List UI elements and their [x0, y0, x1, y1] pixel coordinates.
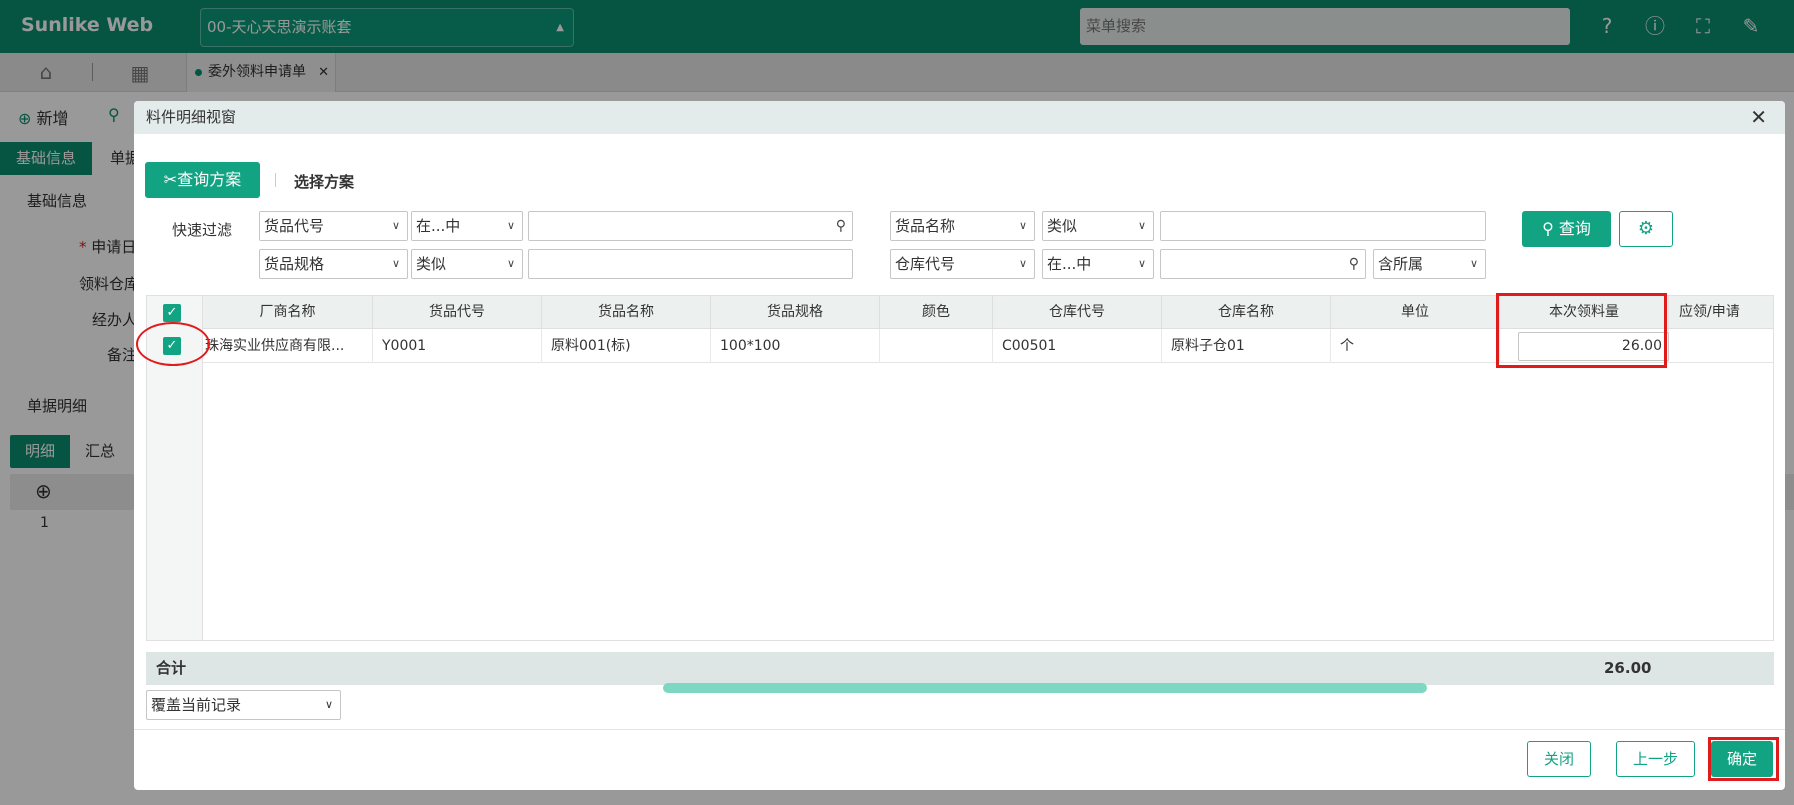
chevron-down-icon: ∨ [506, 219, 515, 232]
select-scheme-link[interactable]: 选择方案 [294, 171, 354, 192]
check-icon: ✓ [166, 305, 178, 320]
chevron-down-icon: ∨ [324, 698, 333, 711]
highlight-box [1496, 293, 1667, 368]
close-icon[interactable]: ✕ [1750, 101, 1767, 134]
col-item-spec[interactable]: 货品规格 [711, 296, 880, 329]
cell-warehouse-name: 原料子仓01 [1162, 329, 1331, 363]
filter2-value-input[interactable] [1160, 211, 1486, 241]
search-icon: ⚲ [1542, 219, 1554, 238]
filter1-value-input[interactable]: ⚲ [528, 211, 853, 241]
filter4-op-select[interactable]: 在...中 ∨ [1042, 249, 1154, 279]
total-qty: 26.00 [1604, 659, 1652, 677]
filter2-field-select[interactable]: 货品名称 ∨ [890, 211, 1035, 241]
col-color[interactable]: 颜色 [880, 296, 993, 329]
search-icon[interactable]: ⚲ [1349, 250, 1359, 278]
col-warehouse-name[interactable]: 仓库名称 [1162, 296, 1331, 329]
gear-icon: ⚙ [1637, 218, 1655, 239]
settings-button[interactable]: ⚙ [1619, 211, 1673, 247]
filter3-field-select[interactable]: 货品规格 ∨ [259, 249, 408, 279]
cover-mode-select[interactable]: 覆盖当前记录 ∨ [146, 690, 341, 720]
filter4-value-input[interactable]: ⚲ [1160, 249, 1366, 279]
filter3-op-select[interactable]: 类似 ∨ [411, 249, 523, 279]
dialog-title: 料件明细视窗 [146, 108, 237, 126]
col-unit[interactable]: 单位 [1331, 296, 1500, 329]
divider [134, 729, 1785, 730]
cell-item-code: Y0001 [373, 329, 542, 363]
chevron-down-icon: ∨ [391, 257, 400, 270]
chevron-down-icon: ∨ [1018, 257, 1027, 270]
chevron-down-icon: ∨ [1137, 257, 1146, 270]
chevron-down-icon: ∨ [391, 219, 400, 232]
cell-item-spec: 100*100 [711, 329, 880, 363]
chevron-down-icon: ∨ [506, 257, 515, 270]
table-total-row: 合计 26.00 [146, 652, 1774, 685]
quick-filter-label: 快速过滤 [172, 221, 233, 239]
col-required-qty[interactable]: 应领/申请 [1669, 296, 1773, 329]
prev-step-button[interactable]: 上一步 [1616, 741, 1695, 777]
search-icon[interactable]: ⚲ [836, 212, 846, 240]
wrench-icon: ✂ [163, 170, 178, 189]
dialog-header: 料件明细视窗 ✕ [134, 101, 1785, 134]
chevron-down-icon: ∨ [1469, 257, 1478, 270]
item-detail-dialog: 料件明细视窗 ✕ ✂查询方案 选择方案 快速过滤 货品代号 ∨ 在...中 ∨ ⚲ 货… [134, 101, 1785, 790]
filter4-field-select[interactable]: 仓库代号 ∨ [890, 249, 1035, 279]
highlight-circle [136, 322, 210, 366]
filter4-extra-select[interactable]: 含所属 ∨ [1373, 249, 1486, 279]
horizontal-scrollbar[interactable] [663, 683, 1427, 693]
chevron-down-icon: ∨ [1137, 219, 1146, 232]
highlight-box [1708, 737, 1779, 781]
col-vendor-name[interactable]: 厂商名称 [203, 296, 373, 329]
divider [275, 173, 276, 187]
filter3-value-input[interactable] [528, 249, 853, 279]
cell-color [880, 329, 993, 363]
total-label: 合计 [156, 659, 187, 677]
cell-item-name: 原料001(标) [542, 329, 711, 363]
close-button[interactable]: 关闭 [1527, 741, 1591, 777]
cell-warehouse-code: C00501 [993, 329, 1162, 363]
query-scheme-button[interactable]: ✂查询方案 [145, 162, 260, 198]
search-button[interactable]: ⚲ 查询 [1522, 211, 1611, 247]
cell-unit: 个 [1331, 329, 1500, 363]
cell-vendor-name: 珠海实业供应商有限... [203, 329, 373, 363]
chevron-down-icon: ∨ [1018, 219, 1027, 232]
filter2-op-select[interactable]: 类似 ∨ [1042, 211, 1154, 241]
filter1-op-select[interactable]: 在...中 ∨ [411, 211, 523, 241]
col-item-code[interactable]: 货品代号 [373, 296, 542, 329]
filter1-field-select[interactable]: 货品代号 ∨ [259, 211, 408, 241]
col-item-name[interactable]: 货品名称 [542, 296, 711, 329]
select-all-checkbox[interactable]: ✓ [163, 304, 181, 322]
col-warehouse-code[interactable]: 仓库代号 [993, 296, 1162, 329]
